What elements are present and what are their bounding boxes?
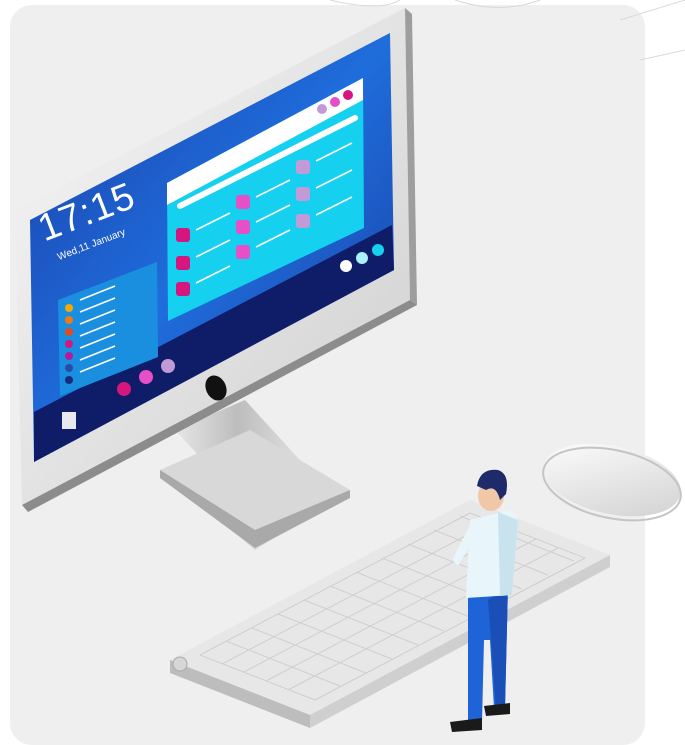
tray-icon [340,260,352,272]
mouse-icon [542,443,682,522]
app-icon [139,370,153,384]
illustration [15,8,682,732]
keyboard-icon [170,500,610,728]
start-icon [62,412,76,429]
app-icon [117,382,131,396]
tray-icon [372,244,384,256]
tray-icon [356,252,368,264]
window-dot-icon [317,104,327,114]
app-icon [161,359,175,373]
window-dot-icon [330,97,340,107]
window-dot-icon [343,90,353,100]
